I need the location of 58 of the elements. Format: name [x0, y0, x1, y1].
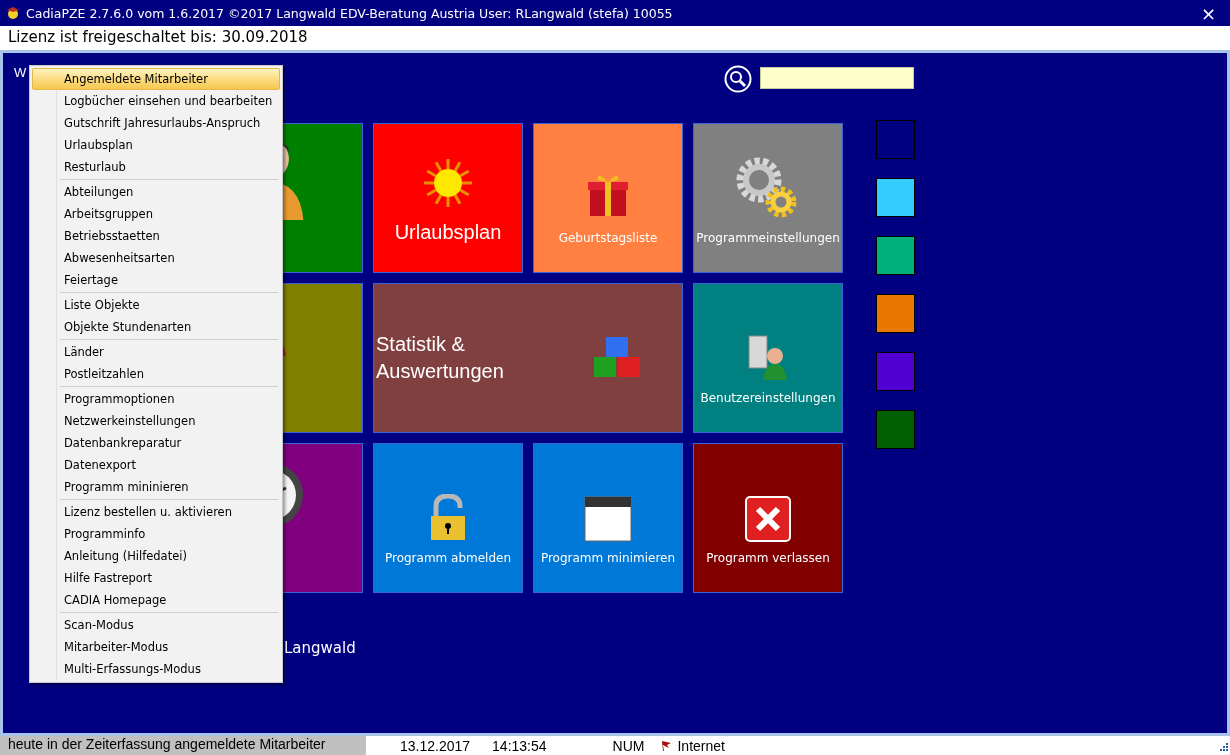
menu-item[interactable]: Angemeldete Mitarbeiter — [32, 68, 280, 90]
status-time: 14:13:54 — [492, 737, 547, 754]
menu-item[interactable]: Anleitung (Hilfedatei) — [32, 545, 280, 567]
tile[interactable]: Urlaubsplan — [373, 123, 523, 273]
menu-item[interactable]: Arbeitsgruppen — [32, 203, 280, 225]
color-swatch[interactable] — [876, 410, 915, 449]
color-swatch[interactable] — [876, 120, 915, 159]
menu-item[interactable]: Länder — [32, 341, 280, 363]
menu-item[interactable]: Abteilungen — [32, 181, 280, 203]
connection-status: Internet — [677, 737, 725, 754]
resize-grip[interactable] — [1218, 740, 1228, 751]
search-field[interactable] — [760, 67, 914, 89]
menu-item[interactable]: Netzwerkeinstellungen — [32, 410, 280, 432]
tile[interactable]: Programm abmelden — [373, 443, 523, 593]
menu-item[interactable]: Betriebsstaetten — [32, 225, 280, 247]
menu-item[interactable]: Resturlaub — [32, 156, 280, 178]
menu-item[interactable]: Lizenz bestellen u. aktivieren — [32, 501, 280, 523]
menu-item[interactable]: Objekte Stundenarten — [32, 316, 280, 338]
menu-item[interactable]: Scan-Modus — [32, 614, 280, 636]
menu-item[interactable]: Datenbankreparatur — [32, 432, 280, 454]
close-button[interactable]: × — [1194, 2, 1222, 24]
window-icon — [584, 495, 632, 542]
menu-item[interactable]: Feiertage — [32, 269, 280, 291]
app-icon — [6, 6, 20, 20]
color-swatch[interactable] — [876, 352, 915, 391]
menu-item[interactable]: Gutschrift Jahresurlaubs-Anspruch — [32, 112, 280, 134]
menu-item[interactable]: Logbücher einsehen und bearbeiten — [32, 90, 280, 112]
tile[interactable]: Programmeinstellungen — [693, 123, 843, 273]
window-title: CadiaPZE 2.7.6.0 vom 1.6.2017 ©2017 Langwald EDV-Beratung Austria User: RLangwald (stefa) 10055 — [26, 5, 674, 21]
menu-item[interactable]: Multi-Erfassungs-Modus — [32, 658, 280, 680]
menu-item[interactable]: Liste Objekte — [32, 294, 280, 316]
menu-item[interactable]: Urlaubsplan — [32, 134, 280, 156]
user-name: Langwald — [284, 639, 356, 657]
color-swatch[interactable] — [876, 294, 915, 333]
color-swatch[interactable] — [876, 236, 915, 275]
menu-item[interactable]: CADIA Homepage — [32, 589, 280, 611]
search-icon[interactable] — [724, 65, 752, 93]
flag-icon — [660, 739, 673, 752]
menu-item[interactable]: Programm mininieren — [32, 476, 280, 498]
menu-item[interactable]: Abwesenheitsarten — [32, 247, 280, 269]
tile[interactable]: Benutzereinstellungen — [693, 283, 843, 433]
tile[interactable]: Programm verlassen — [693, 443, 843, 593]
greeting-text: W — [14, 65, 27, 80]
menu-item[interactable]: Programminfo — [32, 523, 280, 545]
menu-item[interactable]: Postleitzahlen — [32, 363, 280, 385]
lock-icon — [428, 493, 468, 542]
color-swatch[interactable] — [876, 178, 915, 217]
menu-item[interactable]: Mitarbeiter-Modus — [32, 636, 280, 658]
license-text: Lizenz ist freigeschaltet bis: 30.09.2018 — [0, 26, 1230, 50]
tile[interactable]: Programm minimieren — [533, 443, 683, 593]
status-message: heute in der Zeiterfassung angemeldete Mitarbeiter — [0, 736, 366, 755]
tile[interactable]: Statistik & Auswertungen — [373, 283, 683, 433]
keyboard-status: NUM — [612, 737, 645, 754]
menu-item[interactable]: Datenexport — [32, 454, 280, 476]
menu-item[interactable]: Hilfe Fastreport — [32, 567, 280, 589]
status-date: 13.12.2017 — [400, 737, 471, 754]
close-icon — [745, 495, 791, 542]
menu-item[interactable]: Programmoptionen — [32, 388, 280, 410]
